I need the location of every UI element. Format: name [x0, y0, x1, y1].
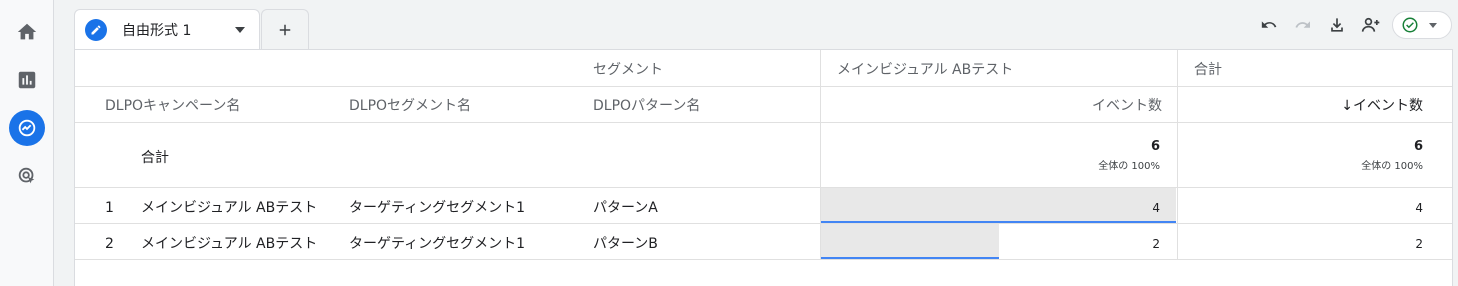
share-icon: [1361, 17, 1380, 32]
divider: [75, 86, 1452, 87]
redo-button[interactable]: [1286, 10, 1320, 40]
tab-label: 自由形式 1: [122, 22, 192, 39]
column-header-events-sorted[interactable]: ↓イベント数: [1341, 97, 1423, 115]
undo-button[interactable]: [1252, 10, 1286, 40]
column-header-segment[interactable]: DLPOセグメント名: [349, 97, 471, 115]
value-bar-indicator: [821, 221, 1176, 223]
divider: [1177, 50, 1178, 259]
group-header: メインビジュアル ABテスト: [837, 62, 1014, 78]
segment-header: セグメント: [593, 62, 663, 78]
row-index: 2: [105, 236, 114, 252]
totals-label: 合計: [141, 150, 169, 166]
row-campaign[interactable]: メインビジュアル ABテスト: [141, 199, 317, 217]
column-header-campaign[interactable]: DLPOキャンペーン名: [105, 97, 240, 115]
tab-free-form[interactable]: 自由形式 1: [74, 9, 260, 49]
divider: [75, 259, 1452, 260]
row-total-value: 4: [1415, 201, 1423, 215]
totals-total-value: 6: [1413, 139, 1423, 154]
divider: [75, 223, 1452, 224]
left-nav-rail: [0, 0, 54, 286]
chevron-down-icon: [1429, 22, 1437, 28]
totals-total-percent: 全体の 100%: [1361, 161, 1423, 172]
download-icon: [1331, 18, 1343, 32]
home-icon[interactable]: [9, 14, 45, 50]
status-dropdown[interactable]: [1392, 11, 1452, 39]
row-pattern[interactable]: パターンA: [593, 199, 658, 217]
exploration-workspace: 自由形式 1 セグメント メインビジュアル ABテスト 合計 DLPOキャンペー…: [54, 0, 1458, 286]
value-bar: [821, 188, 1176, 223]
row-total-value: 2: [1415, 237, 1423, 251]
check-circle-icon: [1402, 17, 1418, 33]
row-segment[interactable]: ターゲティングセグメント1: [349, 199, 525, 217]
explore-icon[interactable]: [9, 110, 45, 146]
toolbar: [1252, 10, 1452, 40]
undo-icon: [1261, 21, 1277, 28]
value-bar-indicator: [821, 257, 999, 259]
chevron-down-icon[interactable]: [235, 27, 245, 33]
advertising-icon[interactable]: [9, 158, 45, 194]
row-index: 1: [105, 200, 114, 216]
column-header-events[interactable]: イベント数: [1092, 97, 1162, 115]
data-table: セグメント メインビジュアル ABテスト 合計 DLPOキャンペーン名 DLPO…: [74, 49, 1453, 286]
add-icon: [279, 24, 291, 35]
download-button[interactable]: [1320, 10, 1354, 40]
totals-group-value: 6: [1150, 139, 1160, 154]
row-pattern[interactable]: パターンB: [593, 235, 658, 253]
row-campaign[interactable]: メインビジュアル ABテスト: [141, 235, 317, 253]
redo-icon: [1295, 21, 1310, 28]
add-tab-button[interactable]: [261, 9, 309, 49]
row-group-value: 4: [1152, 201, 1160, 215]
totals-group-percent: 全体の 100%: [1098, 161, 1160, 172]
share-button[interactable]: [1354, 10, 1388, 40]
value-bar: [821, 224, 999, 259]
row-group-value: 2: [1152, 237, 1160, 251]
column-header-pattern[interactable]: DLPOパターン名: [593, 97, 700, 115]
divider: [75, 187, 1452, 188]
reports-icon[interactable]: [9, 62, 45, 98]
total-header: 合計: [1194, 62, 1222, 78]
row-segment[interactable]: ターゲティングセグメント1: [349, 235, 525, 253]
divider: [75, 122, 1452, 123]
edit-icon: [85, 18, 107, 41]
